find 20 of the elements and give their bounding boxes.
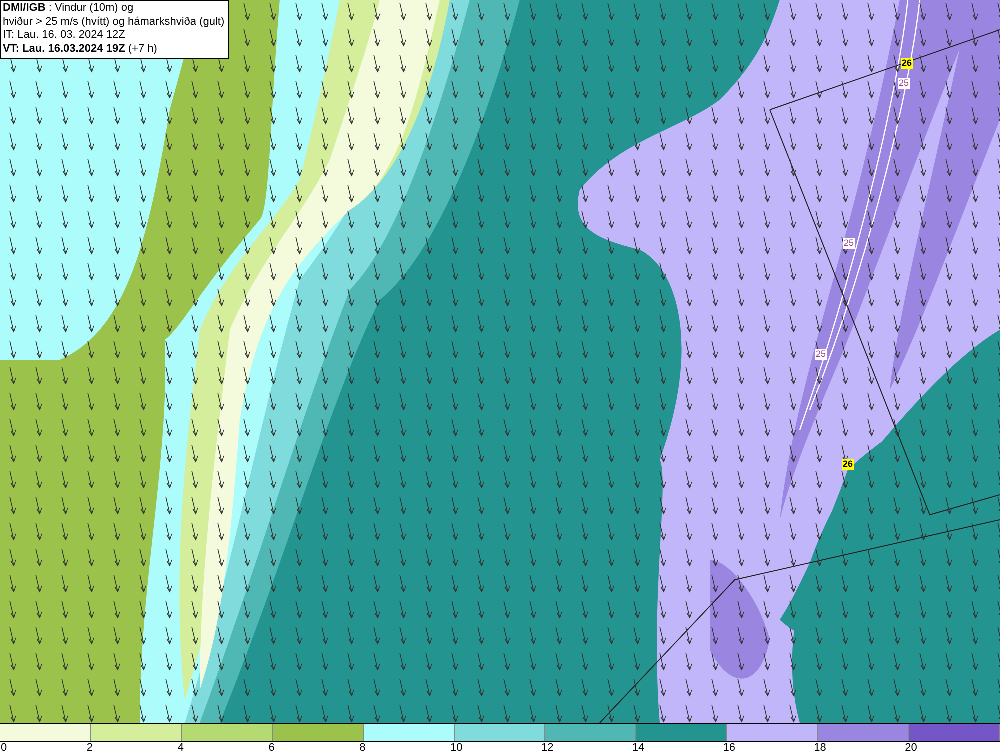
scale-label: 16 bbox=[723, 742, 736, 753]
title-line: DMI/IGB : Vindur (10m) og bbox=[3, 2, 135, 16]
scale-label: 8 bbox=[360, 742, 366, 753]
scale-label: 6 bbox=[268, 742, 275, 753]
title-line: VT: Lau. 16.03.2024 19Z (+7 h) bbox=[3, 42, 158, 56]
scale-label: 2 bbox=[86, 742, 94, 753]
contour-label: 25 bbox=[843, 238, 856, 249]
contour-label: 26 bbox=[901, 58, 914, 69]
title-line: hviður > 25 m/s (hvítt) og hámarkshviða (gult) bbox=[3, 16, 225, 29]
scale-label: 14 bbox=[632, 742, 645, 753]
scale-label: 4 bbox=[178, 742, 184, 753]
contour-label: 26 bbox=[842, 459, 854, 470]
scale-label: 20 bbox=[905, 742, 918, 753]
title-line: IT: Lau. 16. 03. 2024 12Z bbox=[3, 29, 126, 42]
scale-label: 0 bbox=[1, 742, 8, 753]
contour-label: 25 bbox=[815, 349, 828, 360]
scale-label: 12 bbox=[541, 742, 554, 753]
scale-label: 18 bbox=[814, 742, 826, 753]
contour-label: 25 bbox=[898, 78, 910, 89]
scale-label: 10 bbox=[450, 742, 463, 753]
